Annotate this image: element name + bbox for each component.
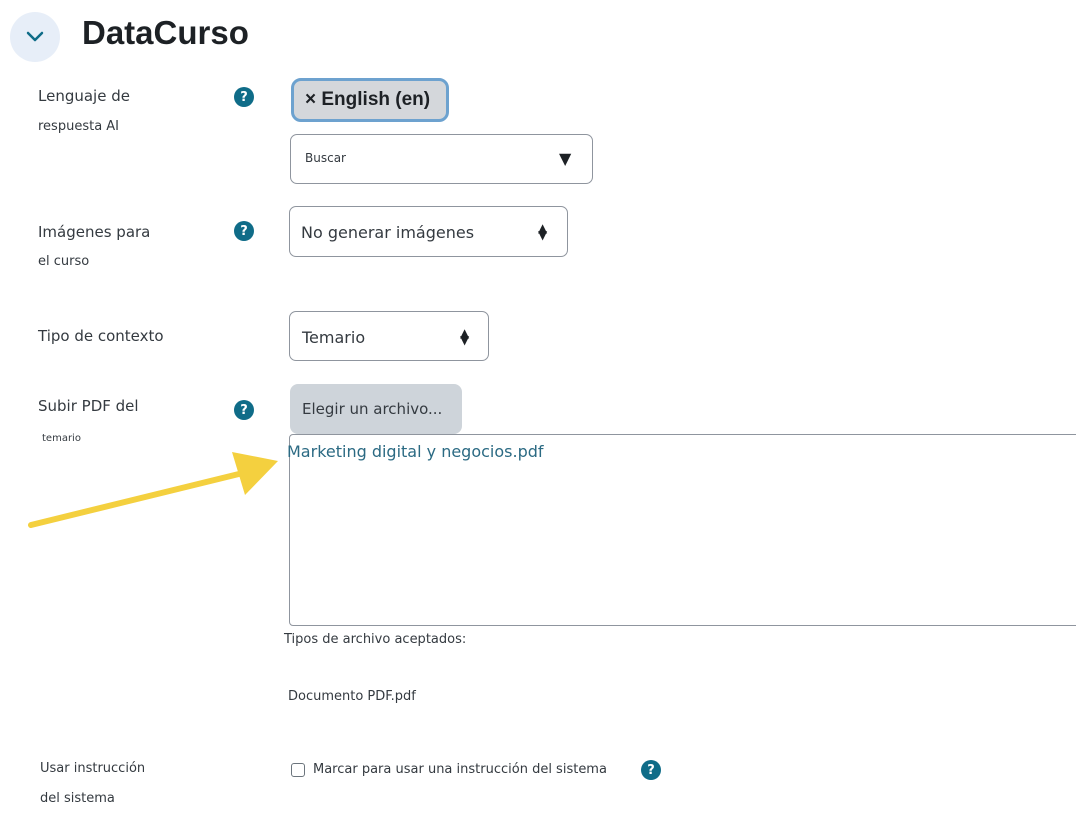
accepted-types-value: Documento PDF.pdf (288, 689, 416, 704)
context-select-value: Temario (302, 328, 366, 347)
file-dropzone[interactable] (289, 434, 1076, 626)
help-icon[interactable]: ? (234, 400, 254, 420)
sort-icon: ▲ ▼ (538, 221, 548, 242)
context-select[interactable]: Temario ▲ ▼ (289, 311, 489, 361)
system-instruction-checkbox-label[interactable]: Marcar para usar una instrucción del sis… (313, 762, 607, 777)
language-label-line2: respuesta AI (38, 119, 120, 134)
language-label-line1: Lenguaje de (38, 87, 130, 105)
chevron-down-icon (26, 31, 44, 42)
section-title: DataCurso (82, 14, 249, 51)
pdf-label-line1: Subir PDF del (38, 397, 139, 415)
pdf-label-line2: temario (42, 433, 81, 444)
system-instruction-label-line1: Usar instrucción (40, 761, 146, 776)
images-label-line1: Imágenes para (38, 223, 151, 241)
help-icon[interactable]: ? (234, 221, 254, 241)
help-icon[interactable]: ? (641, 760, 661, 780)
system-instruction-label-line2: del sistema (40, 791, 115, 806)
choose-file-button[interactable]: Elegir un archivo... (290, 384, 462, 434)
images-label-line2: el curso (38, 254, 90, 269)
language-search-select[interactable]: Buscar ▼ (290, 134, 593, 184)
accepted-types-label: Tipos de archivo aceptados: (284, 632, 467, 647)
context-label: Tipo de contexto (38, 327, 164, 345)
section-collapse-toggle[interactable] (10, 12, 60, 62)
arrow-annotation (28, 452, 278, 528)
search-input-placeholder: Buscar (305, 151, 346, 165)
images-select[interactable]: No generar imágenes ▲ ▼ (289, 206, 568, 257)
uploaded-file-link[interactable]: Marketing digital y negocios.pdf (287, 442, 544, 461)
help-icon[interactable]: ? (234, 87, 254, 107)
dropdown-arrow-icon: ▼ (559, 149, 572, 168)
language-chip-english[interactable]: × English (en) (291, 78, 449, 122)
sort-icon: ▲ ▼ (460, 326, 470, 347)
system-instruction-checkbox[interactable] (291, 763, 305, 777)
images-select-value: No generar imágenes (301, 223, 475, 242)
